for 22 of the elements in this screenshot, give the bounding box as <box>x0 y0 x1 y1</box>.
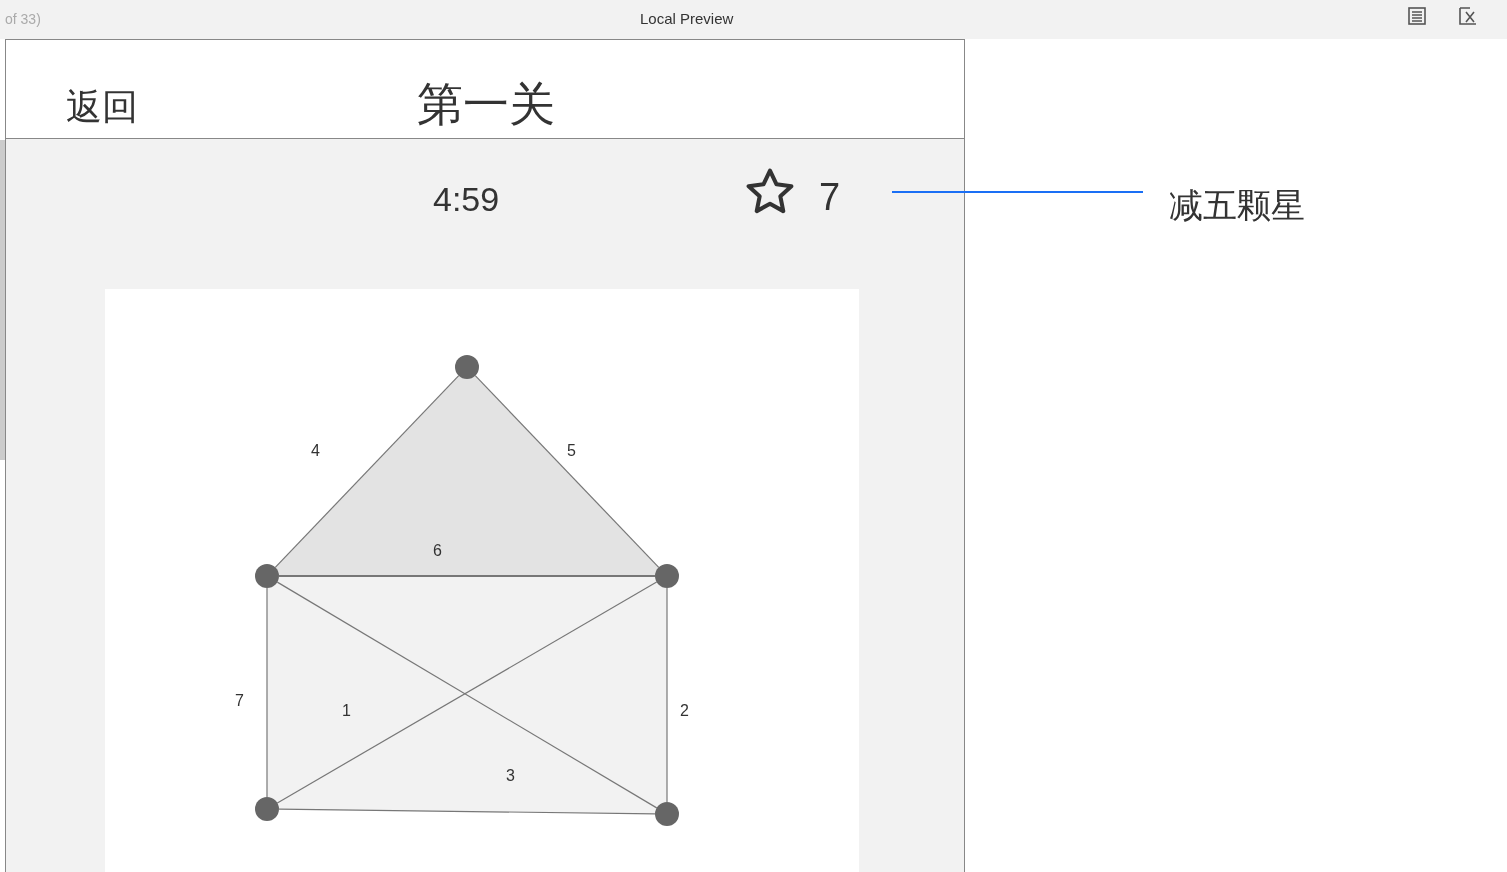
edge-label: 1 <box>342 703 351 719</box>
edge-label: 5 <box>567 443 576 459</box>
graph-node[interactable] <box>255 564 279 588</box>
formula-icon[interactable] <box>1458 6 1478 26</box>
level-title: 第一关 <box>417 77 555 132</box>
notes-icon[interactable] <box>1407 6 1427 26</box>
page-indicator: of 33) <box>5 10 41 29</box>
graph-node[interactable] <box>655 802 679 826</box>
edge-label: 6 <box>433 543 442 559</box>
graph-edge[interactable] <box>278 808 656 815</box>
graph-node[interactable] <box>455 355 479 379</box>
window-title: Local Preview <box>640 9 734 30</box>
edge-label: 4 <box>311 443 320 459</box>
star-count: 7 <box>819 175 841 220</box>
countdown-timer: 4:59 <box>433 179 500 220</box>
edge-label: 2 <box>680 703 689 719</box>
edge-label: 7 <box>235 693 244 709</box>
back-link[interactable]: 返回 <box>66 80 138 134</box>
annotation-note: 减五颗星 <box>1169 185 1305 226</box>
graph-node[interactable] <box>655 564 679 588</box>
graph-node[interactable] <box>255 797 279 821</box>
edge-label: 3 <box>506 768 515 784</box>
